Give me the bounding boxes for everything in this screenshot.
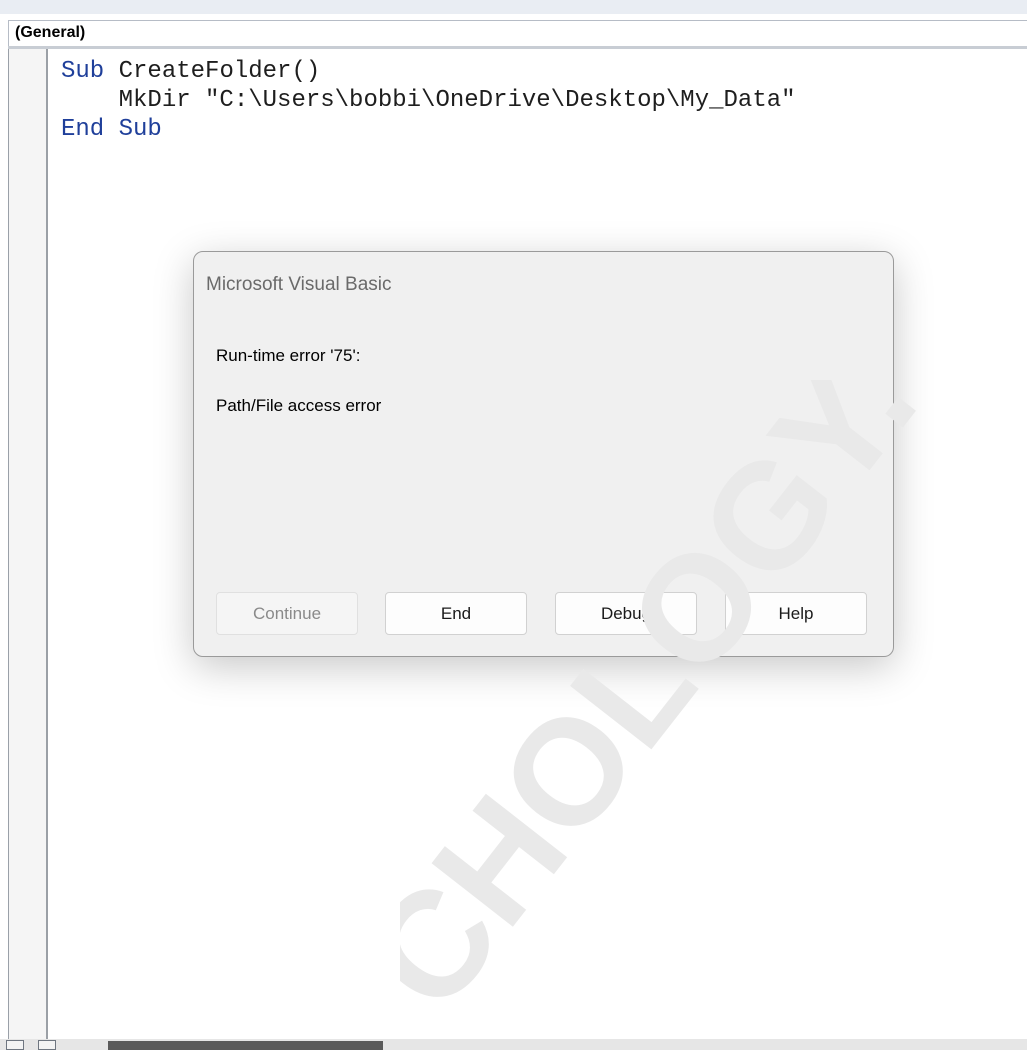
keyword-sub: Sub — [61, 58, 105, 85]
error-message-text: Path/File access error — [216, 396, 382, 415]
code-line-2: MkDir "C:\Users\bobbi\OneDrive\Desktop\M… — [61, 87, 796, 114]
dialog-title: Microsoft Visual Basic — [206, 274, 392, 295]
code-margin-indicator-bar[interactable] — [8, 49, 48, 1039]
code-line-3: End Sub — [61, 116, 162, 143]
full-module-view-button[interactable] — [38, 1040, 56, 1050]
continue-button[interactable]: Continue — [216, 592, 358, 635]
keyword-sub-end: Sub — [118, 116, 162, 143]
horizontal-scrollbar-thumb[interactable] — [108, 1041, 383, 1050]
object-combo-box[interactable]: (General) — [8, 20, 1027, 46]
code-line-1-text: CreateFolder() — [104, 58, 321, 85]
help-button[interactable]: Help — [725, 592, 867, 635]
procedure-view-button[interactable] — [6, 1040, 24, 1050]
runtime-error-dialog: Microsoft Visual Basic Run-time error '7… — [193, 251, 894, 657]
code-line-1: Sub CreateFolder() — [61, 58, 320, 85]
top-toolbar-strip — [0, 0, 1027, 14]
error-code-text: Run-time error '75': — [216, 346, 361, 365]
end-button[interactable]: End — [385, 592, 527, 635]
code-text[interactable]: Sub CreateFolder() MkDir "C:\Users\bobbi… — [61, 57, 796, 144]
debug-button[interactable]: Debug — [555, 592, 697, 635]
keyword-end: End — [61, 116, 105, 143]
object-combo-label: (General) — [15, 24, 86, 41]
